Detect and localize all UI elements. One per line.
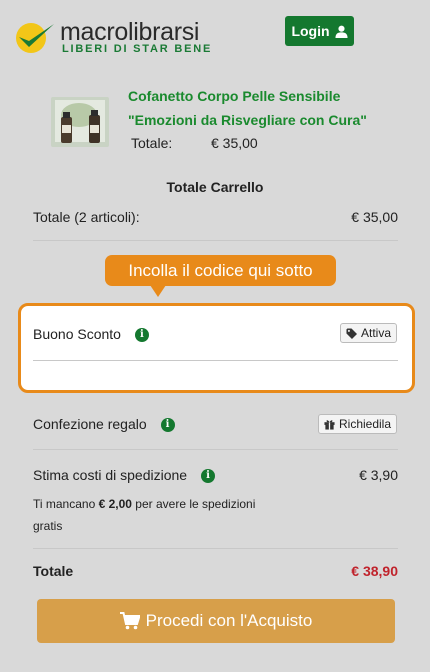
product-total-label: Totale: xyxy=(131,135,173,151)
subtotal-label: Totale (2 articoli): xyxy=(33,209,140,225)
coupon-tooltip: Incolla il codice qui sotto xyxy=(105,255,336,286)
user-icon xyxy=(335,25,348,38)
cart-icon xyxy=(119,612,140,630)
shipping-label: Stima costi di spedizione xyxy=(33,467,188,483)
site-logo[interactable]: macrolibrarsi LIBERI DI STAR BENE xyxy=(14,18,214,58)
coupon-highlight-box xyxy=(18,303,415,393)
login-button[interactable]: Login xyxy=(285,16,354,46)
gift-label: Confezione regalo xyxy=(33,416,147,432)
coupon-label: Buono Sconto xyxy=(33,326,121,342)
product-title[interactable]: Cofanetto Corpo Pelle Sensibile "Emozion… xyxy=(128,84,418,132)
shipping-label-group: Stima costi di spedizione i xyxy=(33,467,215,484)
shipping-info-icon[interactable]: i xyxy=(200,469,215,484)
divider xyxy=(33,449,398,450)
coupon-activate-button[interactable]: Attiva xyxy=(340,323,398,343)
cart-title: Totale Carrello xyxy=(166,179,264,195)
product-image[interactable] xyxy=(49,95,111,149)
divider xyxy=(33,360,398,361)
grand-total-label: Totale xyxy=(33,563,74,579)
logo-check-icon xyxy=(16,23,54,53)
tag-icon xyxy=(346,327,357,339)
coupon-info-icon[interactable]: i xyxy=(134,328,149,343)
login-label: Login xyxy=(291,23,330,39)
shipping-value: € 3,90 xyxy=(359,467,398,483)
divider xyxy=(33,240,398,241)
coupon-activate-label: Attiva xyxy=(361,326,392,340)
gift-request-label: Richiedila xyxy=(339,417,392,431)
divider xyxy=(33,548,398,549)
gift-info-icon[interactable]: i xyxy=(160,418,175,433)
gift-request-button[interactable]: Richiedila xyxy=(318,414,398,434)
gift-label-group: Confezione regalo i xyxy=(33,416,175,433)
site-header: macrolibrarsi LIBERI DI STAR BENE Login xyxy=(0,0,430,72)
coupon-label-group: Buono Sconto i xyxy=(33,326,149,343)
product-title-line1: Cofanetto Corpo Pelle Sensibile xyxy=(128,88,341,104)
gift-icon xyxy=(324,419,335,430)
tooltip-arrow xyxy=(150,285,166,297)
checkout-label: Procedi con l'Acquisto xyxy=(145,611,313,630)
note-prefix: Ti mancano xyxy=(33,497,99,511)
logo-tagline: LIBERI DI STAR BENE xyxy=(62,43,213,55)
subtotal-value: € 35,00 xyxy=(351,209,398,225)
grand-total-value: € 38,90 xyxy=(351,563,398,579)
checkout-button[interactable]: Procedi con l'Acquisto xyxy=(37,599,395,643)
note-amount: € 2,00 xyxy=(98,497,132,511)
product-total-value: € 35,00 xyxy=(211,135,258,151)
product-title-line2: "Emozioni da Risvegliare con Cura" xyxy=(128,112,367,128)
free-shipping-note: Ti mancano € 2,00 per avere le spedizion… xyxy=(33,493,273,537)
